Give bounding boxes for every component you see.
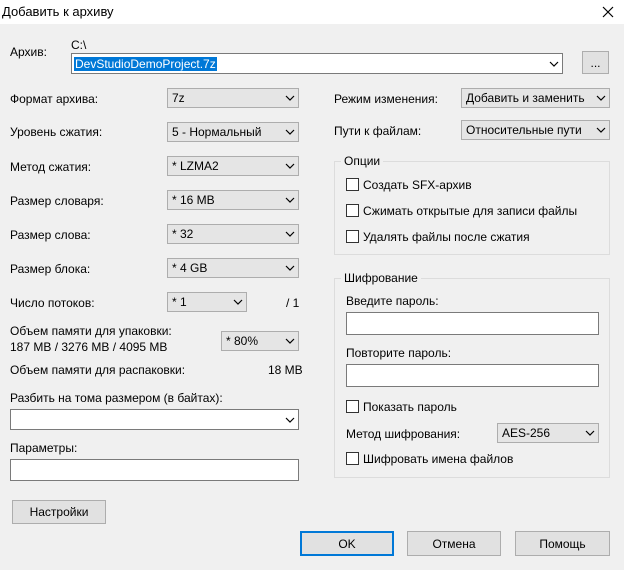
level-select[interactable]: 5 - Нормальный <box>167 122 299 142</box>
word-select[interactable]: * 32 <box>167 224 299 244</box>
ok-button[interactable]: OK <box>300 531 394 556</box>
method-select[interactable]: * LZMA2 <box>167 156 299 176</box>
chevron-down-icon <box>282 225 298 243</box>
chevron-down-icon <box>282 89 298 107</box>
format-label: Формат архива: <box>10 92 99 106</box>
delete-files-label[interactable]: Удалять файлы после сжатия <box>363 230 530 244</box>
params-input[interactable] <box>10 459 299 481</box>
chevron-down-icon <box>593 121 609 139</box>
block-value: * 4 GB <box>172 261 208 275</box>
encryption-method-value: AES-256 <box>502 426 551 440</box>
encrypt-names-checkbox[interactable] <box>346 452 359 465</box>
encryption-title: Шифрование <box>341 271 421 285</box>
update-value: Добавить и заменить <box>466 91 585 105</box>
mem-percent-select[interactable]: * 80% <box>221 331 299 351</box>
threads-label: Число потоков: <box>10 296 95 310</box>
show-password-label[interactable]: Показать пароль <box>363 400 457 414</box>
shared-files-label[interactable]: Сжимать открытые для записи файлы <box>363 204 577 218</box>
password-label: Введите пароль: <box>346 294 439 308</box>
chevron-down-icon <box>282 411 298 429</box>
archive-path: C:\ <box>71 38 87 52</box>
word-value: * 32 <box>172 227 194 241</box>
paths-value: Относительные пути <box>466 123 582 137</box>
threads-value: * 1 <box>172 295 187 309</box>
chevron-down-icon <box>282 332 298 350</box>
delete-files-checkbox[interactable] <box>346 230 359 243</box>
repeat-password-label: Повторите пароль: <box>346 346 452 360</box>
close-button[interactable] <box>596 0 620 24</box>
encrypt-names-label[interactable]: Шифровать имена файлов <box>363 452 513 466</box>
chevron-down-icon <box>282 157 298 175</box>
window-title: Добавить к архиву <box>2 4 114 19</box>
dict-select[interactable]: * 16 MB <box>167 190 299 210</box>
archive-label: Архив: <box>10 45 47 59</box>
close-icon <box>602 6 614 18</box>
mem-unpack-label: Объем памяти для распаковки: <box>10 363 186 377</box>
paths-label: Пути к файлам: <box>334 124 422 138</box>
format-value: 7z <box>172 91 185 105</box>
chevron-down-icon <box>230 293 246 311</box>
repeat-password-input[interactable] <box>346 364 599 387</box>
split-combo[interactable] <box>10 409 299 430</box>
block-select[interactable]: * 4 GB <box>167 258 299 278</box>
shared-files-checkbox[interactable] <box>346 204 359 217</box>
cancel-button[interactable]: Отмена <box>407 531 501 556</box>
encryption-method-select[interactable]: AES-256 <box>497 423 599 443</box>
password-input[interactable] <box>346 312 599 335</box>
chevron-down-icon <box>282 259 298 277</box>
threads-select[interactable]: * 1 <box>167 292 247 312</box>
dict-value: * 16 MB <box>172 193 215 207</box>
settings-button[interactable]: Настройки <box>12 500 106 524</box>
archive-name-combo[interactable]: DevStudioDemoProject.7z <box>71 53 563 74</box>
block-label: Размер блока: <box>10 262 91 276</box>
update-select[interactable]: Добавить и заменить <box>461 88 610 108</box>
chevron-down-icon <box>546 55 562 73</box>
threads-max: / 1 <box>286 296 300 310</box>
sfx-label[interactable]: Создать SFX-архив <box>363 178 472 192</box>
mem-pack-label: Объем памяти для упаковки: <box>10 324 172 338</box>
help-button[interactable]: Помощь <box>515 531 610 556</box>
mem-percent-value: * 80% <box>226 334 259 348</box>
word-label: Размер слова: <box>10 228 91 242</box>
archive-name-text: DevStudioDemoProject.7z <box>74 56 217 71</box>
split-label: Разбить на тома размером (в байтах): <box>10 391 223 405</box>
method-value: * LZMA2 <box>172 159 219 173</box>
paths-select[interactable]: Относительные пути <box>461 120 610 140</box>
dict-label: Размер словаря: <box>10 194 104 208</box>
show-password-checkbox[interactable] <box>346 400 359 413</box>
mem-pack-values: 187 MB / 3276 MB / 4095 MB <box>10 340 168 354</box>
browse-button[interactable]: ... <box>582 51 609 74</box>
encryption-method-label: Метод шифрования: <box>346 427 461 441</box>
sfx-checkbox[interactable] <box>346 178 359 191</box>
method-label: Метод сжатия: <box>10 160 92 174</box>
options-title: Опции <box>341 154 384 168</box>
level-value: 5 - Нормальный <box>172 125 262 139</box>
params-label: Параметры: <box>10 441 78 455</box>
chevron-down-icon <box>282 191 298 209</box>
mem-unpack-value: 18 MB <box>268 363 303 377</box>
chevron-down-icon <box>282 123 298 141</box>
level-label: Уровень сжатия: <box>10 125 103 139</box>
update-label: Режим изменения: <box>334 92 438 106</box>
chevron-down-icon <box>582 424 598 442</box>
chevron-down-icon <box>593 89 609 107</box>
format-select[interactable]: 7z <box>167 88 299 108</box>
